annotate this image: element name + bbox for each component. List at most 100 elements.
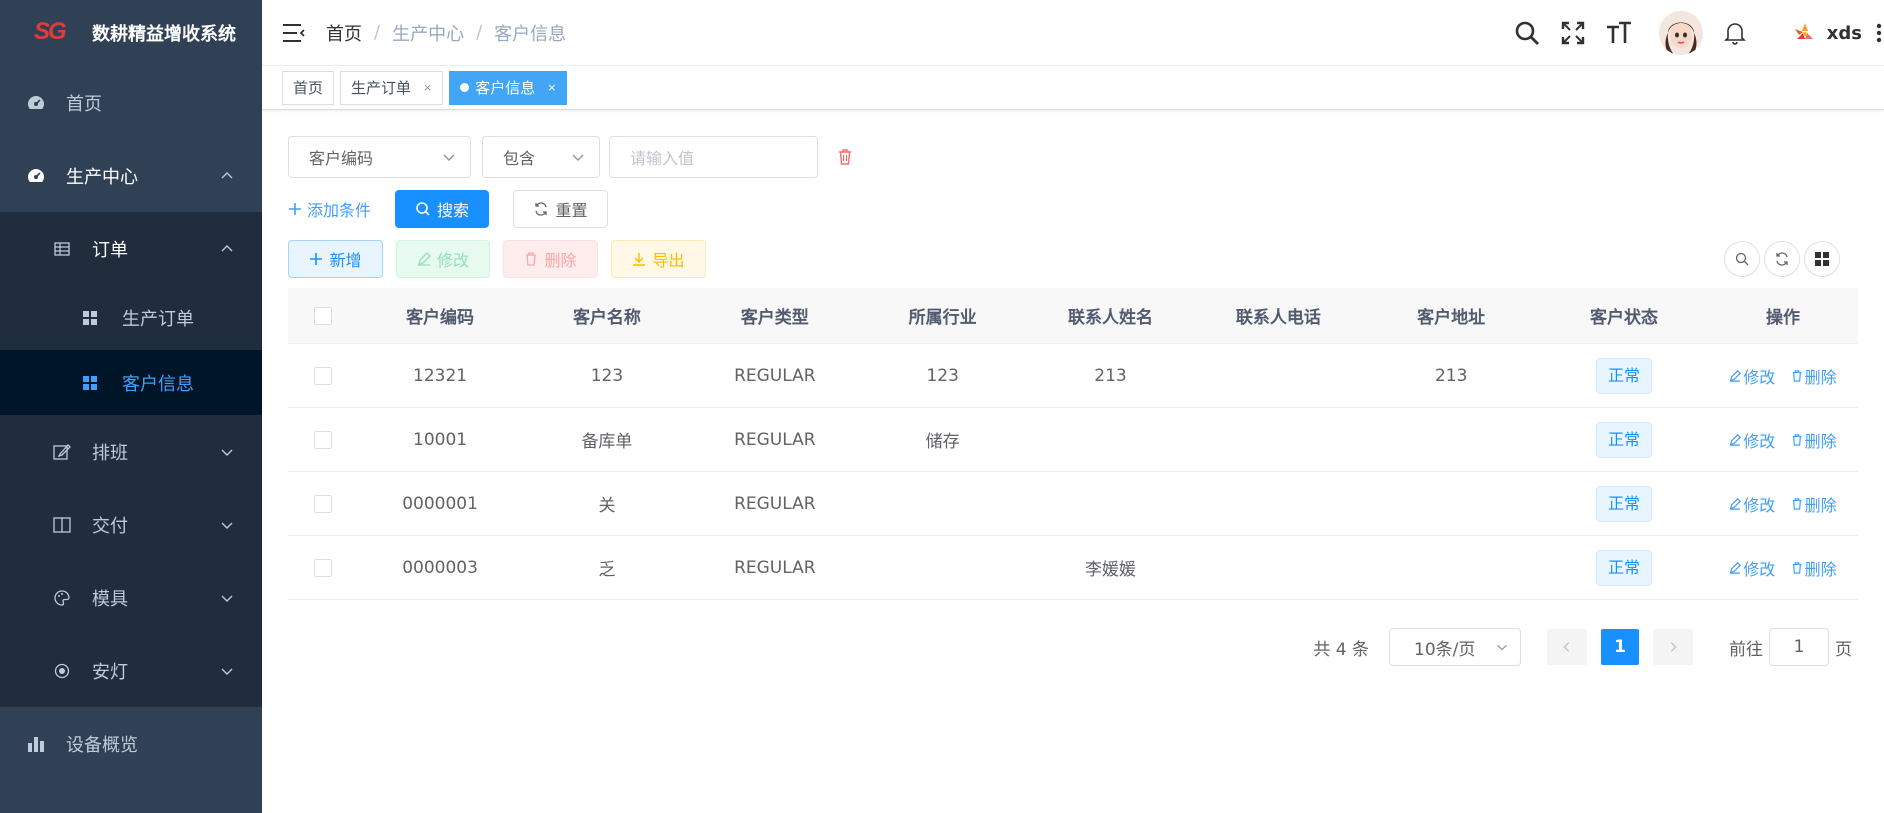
columns-button[interactable]	[1804, 241, 1840, 277]
cell-actions: 修改 删除	[1708, 556, 1858, 580]
cell-customer-type: REGULAR	[734, 493, 816, 514]
row-edit-link[interactable]: 修改	[1729, 556, 1775, 580]
fullscreen-icon[interactable]	[1559, 19, 1587, 47]
sidebar-item-andon[interactable]: 安灯	[0, 634, 262, 707]
table-toolbar: 新增 修改 删除 导出	[288, 240, 1858, 278]
reset-button-label: 重置	[555, 201, 588, 220]
tag-label: 生产订单	[351, 79, 412, 97]
filter-operator-value: 包含	[503, 149, 536, 168]
refresh-button[interactable]	[1764, 241, 1800, 277]
cell-actions: 修改 删除	[1708, 364, 1858, 388]
user-menu[interactable]: xds	[1793, 21, 1884, 45]
palette-icon	[52, 588, 72, 608]
row-delete-link[interactable]: 删除	[1791, 556, 1837, 580]
row-delete-label: 删除	[1804, 495, 1837, 515]
close-icon[interactable]: ×	[423, 81, 432, 94]
hamburger-icon[interactable]	[282, 23, 306, 43]
row-checkbox[interactable]	[313, 366, 332, 385]
user-name: xds	[1826, 22, 1862, 44]
cell-customer-type: REGULAR	[734, 365, 816, 386]
breadcrumb-current: 客户信息	[494, 23, 567, 45]
add-condition-label: 添加条件	[307, 201, 372, 220]
sidebar-item-home[interactable]: 首页	[0, 66, 262, 139]
add-button[interactable]: 新增	[288, 240, 383, 278]
row-delete-link[interactable]: 删除	[1791, 428, 1837, 452]
refresh-icon	[1776, 252, 1788, 266]
cell-customer-type: REGULAR	[734, 557, 816, 578]
add-button-label: 新增	[329, 251, 362, 270]
bell-icon[interactable]	[1721, 19, 1749, 47]
row-checkbox[interactable]	[313, 494, 332, 513]
delete-condition-icon[interactable]	[836, 148, 854, 166]
delete-button[interactable]: 删除	[503, 240, 598, 278]
sidebar-item-scheduling[interactable]: 排班	[0, 415, 262, 488]
row-delete-link[interactable]: 删除	[1791, 492, 1837, 516]
row-edit-link[interactable]: 修改	[1729, 492, 1775, 516]
edit-icon	[1730, 369, 1742, 382]
trash-icon	[1792, 561, 1801, 574]
search-icon[interactable]	[1513, 19, 1541, 47]
row-delete-label: 删除	[1804, 431, 1837, 451]
export-button[interactable]: 导出	[611, 240, 706, 278]
goto-page-input[interactable]: 1	[1769, 628, 1829, 666]
filter-field-select[interactable]: 客户编码	[288, 136, 471, 178]
refresh-icon	[534, 202, 547, 216]
user-logo-icon	[1794, 23, 1813, 39]
page-number-current[interactable]: 1	[1601, 629, 1639, 665]
cell-actions: 修改 删除	[1708, 492, 1858, 516]
filter-row: 客户编码 包含 请输入值	[288, 136, 854, 178]
cell-customer-code: 12321	[413, 365, 468, 386]
filter-value-input[interactable]: 请输入值	[609, 136, 818, 178]
prev-page-button[interactable]	[1547, 629, 1587, 665]
tag-production-orders[interactable]: 生产订单 ×	[340, 70, 444, 105]
breadcrumb-separator: /	[374, 22, 381, 43]
row-checkbox[interactable]	[313, 558, 332, 577]
font-size-icon[interactable]	[1605, 19, 1633, 47]
delete-button-label: 删除	[544, 251, 577, 270]
select-all-checkbox[interactable]	[313, 306, 332, 325]
sidebar-item-molds[interactable]: 模具	[0, 561, 262, 634]
header-address: 客户地址	[1417, 308, 1486, 328]
avatar[interactable]	[1658, 11, 1703, 55]
cell-status: 正常	[1540, 357, 1708, 394]
row-checkbox-cell	[288, 430, 357, 449]
row-delete-link[interactable]: 删除	[1791, 364, 1837, 388]
sidebar-item-customer-info[interactable]: 客户信息	[0, 350, 262, 415]
edit-button[interactable]: 修改	[396, 240, 490, 278]
table-row: 12321 123 REGULAR 123 213 213 正常 修改 删除	[288, 344, 1858, 408]
search-icon	[416, 202, 430, 216]
tag-customer-info[interactable]: 客户信息 ×	[449, 70, 568, 105]
sidebar-item-orders[interactable]: 订单	[0, 212, 262, 285]
sidebar-item-production-orders[interactable]: 生产订单	[0, 285, 262, 350]
sidebar-item-delivery[interactable]: 交付	[0, 488, 262, 561]
dashboard-icon	[26, 166, 46, 186]
header-actions: 操作	[1765, 308, 1800, 328]
row-checkbox[interactable]	[313, 430, 332, 449]
sidebar-item-equipment-overview[interactable]: 设备概览	[0, 707, 262, 780]
reset-button[interactable]: 重置	[513, 190, 609, 228]
chevron-down-icon	[221, 449, 233, 456]
more-vertical-icon[interactable]	[1874, 21, 1884, 45]
cell-customer-name: 备库单	[581, 432, 633, 452]
chevron-up-icon	[221, 244, 233, 251]
cell-actions: 修改 删除	[1708, 428, 1858, 452]
row-edit-link[interactable]: 修改	[1729, 428, 1775, 452]
search-button[interactable]: 搜索	[395, 190, 490, 228]
cell-contact-name: 李媛媛	[1085, 560, 1137, 580]
header-contact-name: 联系人姓名	[1068, 308, 1154, 328]
pagination: 共 4 条 10条/页 1 前往 1 页	[1313, 628, 1852, 666]
next-page-button[interactable]	[1653, 629, 1693, 665]
close-icon[interactable]: ×	[547, 81, 556, 94]
breadcrumb-home[interactable]: 首页	[326, 20, 362, 46]
status-badge: 正常	[1595, 357, 1652, 394]
sidebar-item-production-center[interactable]: 生产中心	[0, 139, 262, 212]
filter-operator-select[interactable]: 包含	[482, 136, 600, 178]
tag-home[interactable]: 首页	[282, 70, 335, 105]
page-size-select[interactable]: 10条/页	[1389, 628, 1521, 666]
plus-icon	[289, 203, 301, 215]
add-condition-link[interactable]: 添加条件	[288, 197, 371, 221]
row-edit-link[interactable]: 修改	[1729, 364, 1775, 388]
toggle-search-button[interactable]	[1724, 241, 1760, 277]
navbar-right: xds	[1513, 0, 1884, 66]
status-badge: 正常	[1595, 421, 1652, 458]
